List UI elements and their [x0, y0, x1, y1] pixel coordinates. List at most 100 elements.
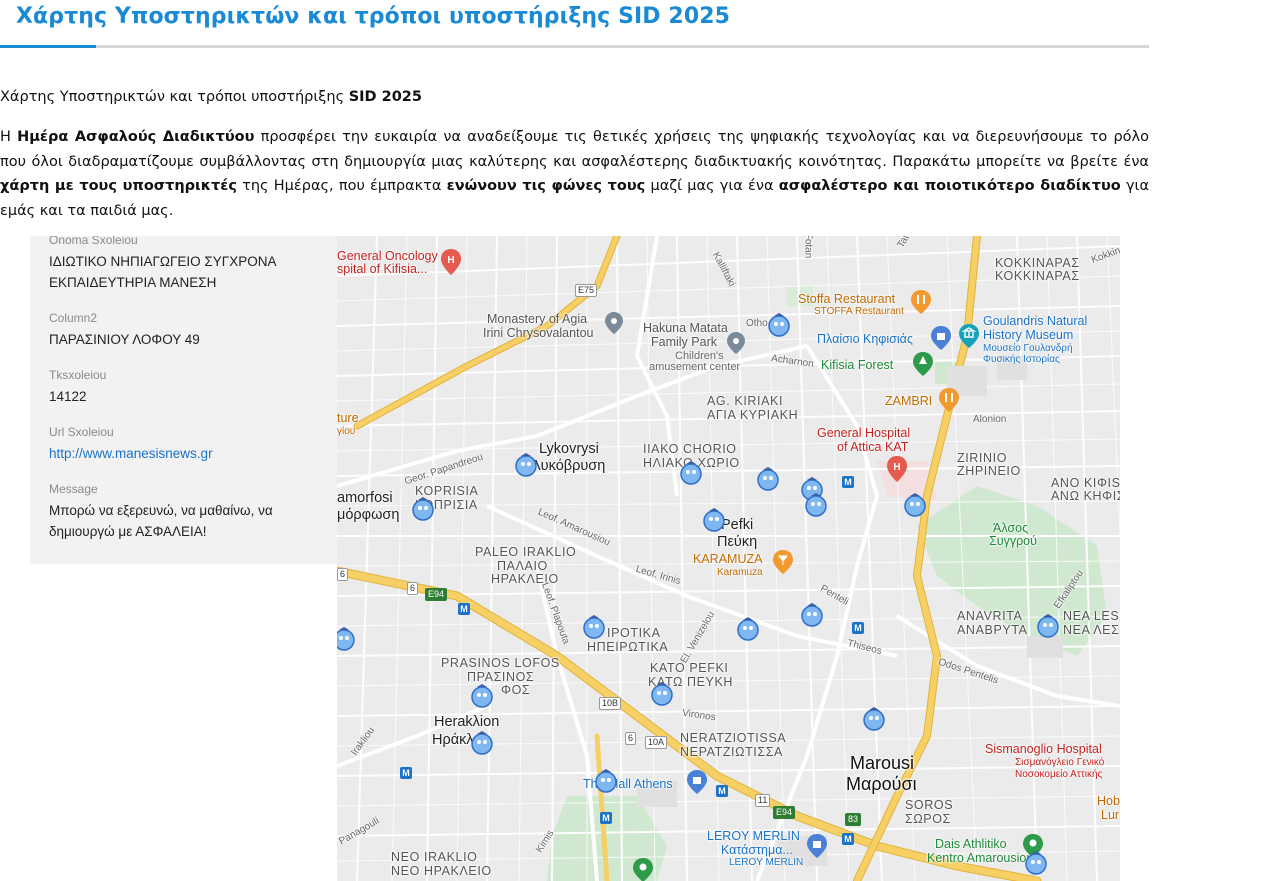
bar-pin-icon[interactable]: [773, 550, 793, 574]
poi-label[interactable]: Irini Chrysovalantou: [483, 326, 593, 340]
area-label: ΚΟΚΚΙΝΑΡΑΣ: [995, 269, 1080, 283]
supporter-marker-icon[interactable]: [469, 683, 495, 709]
supporter-marker-icon[interactable]: [799, 602, 825, 628]
area-label: ΑΓΙΑ ΚΥΡΙΑΚΗ: [707, 408, 799, 422]
area-label: ΝΕΡΑΤΖΙΩΤΙΣΣΑ: [680, 745, 783, 759]
poi-label[interactable]: Κατάστημα...: [721, 843, 793, 857]
supporter-marker-icon[interactable]: [410, 496, 436, 522]
supporter-marker-icon[interactable]: [469, 730, 495, 756]
field-label-url: Url Sxoleiou: [49, 425, 114, 439]
area-label: ΚΟΚΚΙΝΑΡΑΣ: [995, 256, 1080, 270]
svg-text:H: H: [447, 255, 454, 266]
park-pin-icon[interactable]: [913, 352, 933, 376]
street-label: Fotan: [802, 236, 814, 259]
shopping-pin-icon[interactable]: [807, 834, 827, 858]
supporter-marker-icon[interactable]: [766, 312, 792, 338]
supporter-marker-icon[interactable]: [735, 616, 761, 642]
city-label: Lykovrysi: [539, 441, 599, 457]
poi-label[interactable]: Kifisia Forest: [821, 358, 893, 372]
place-pin-icon[interactable]: [727, 332, 745, 354]
poi-label[interactable]: KARAMUZA: [693, 552, 762, 566]
road-shield: 6: [337, 568, 349, 581]
park-pin-icon[interactable]: [633, 858, 653, 881]
poi-label[interactable]: Hobb: [1097, 794, 1120, 808]
supporter-marker-icon[interactable]: [581, 614, 607, 640]
metro-station-icon[interactable]: M: [842, 833, 854, 845]
supporter-marker-icon[interactable]: [1023, 850, 1049, 876]
metro-station-icon[interactable]: M: [842, 476, 854, 488]
supporter-marker-icon[interactable]: [755, 466, 781, 492]
intro-bold: ασφαλέστερο και ποιοτικότερο διαδίκτυο: [778, 178, 1121, 194]
poi-label[interactable]: Πλαίσιο Κηφισιάς: [817, 332, 913, 346]
school-url-link[interactable]: http://www.manesisnews.gr: [49, 443, 319, 464]
poi-label[interactable]: Kentro Amarousiou: [927, 851, 1033, 865]
metro-station-icon[interactable]: M: [458, 603, 470, 615]
poi-label[interactable]: Hakuna Matata: [643, 321, 728, 335]
restaurant-pin-icon[interactable]: [939, 388, 959, 412]
field-value-address: ΠΑΡΑΣΙΝΙΟΥ ΛΟΦΟΥ 49: [49, 332, 200, 347]
page-subtitle: Χάρτης Υποστηρικτών και τρόποι υποστήριξ…: [0, 87, 1149, 107]
shopping-pin-icon[interactable]: [687, 770, 707, 794]
supporter-marker-icon[interactable]: [337, 626, 357, 652]
street-label: Otho: [746, 318, 768, 329]
poi-label[interactable]: LEROY MERLIN: [707, 829, 800, 843]
area-label: ΠΑΛΑΙΟ: [497, 559, 548, 573]
road-shield: 10B: [599, 697, 622, 710]
poi-label[interactable]: Stoffa Restaurant: [798, 292, 895, 306]
metro-station-icon[interactable]: M: [716, 785, 728, 797]
subtitle-text: Χάρτης Υποστηρικτών και τρόποι υποστήριξ…: [0, 89, 349, 105]
poi-label[interactable]: General Hospital: [817, 426, 910, 440]
title-divider-accent: [0, 45, 96, 48]
poi-label: Συγγρού: [989, 534, 1037, 548]
intro-bold: ενώνουν τις φώνες τους: [446, 178, 646, 194]
restaurant-pin-icon[interactable]: [911, 290, 931, 314]
poi-label[interactable]: of Attica KAT: [837, 440, 908, 454]
shopping-pin-icon[interactable]: [931, 326, 951, 350]
poi-label: amusement center: [649, 361, 741, 373]
poi-label: Σισμανόγλειο Γενικό: [1015, 757, 1105, 768]
intro-paragraph: Η Ημέρα Ασφαλούς Διαδικτύου προσφέρει τη…: [0, 125, 1149, 223]
metro-station-icon[interactable]: M: [600, 812, 612, 824]
poi-label[interactable]: Goulandris Natural: [983, 314, 1087, 328]
poi-label[interactable]: spital of Kifisia...: [337, 262, 427, 276]
supporter-marker-icon[interactable]: [902, 492, 928, 518]
poi-label[interactable]: Sismanoglio Hospital: [985, 742, 1102, 756]
supporters-map[interactable]: Onoma Sxoleiou ΙΔΙΩΤΙΚΟ ΝΗΠΙΑΓΩΓΕΙΟ ΣΥΓΧ…: [30, 236, 1120, 881]
poi-label[interactable]: History Museum: [983, 328, 1073, 342]
city-label: Λυκόβρυση: [531, 458, 606, 474]
supporter-marker-icon[interactable]: [593, 768, 619, 794]
place-pin-icon[interactable]: [605, 312, 623, 334]
supporter-marker-icon[interactable]: [803, 492, 829, 518]
area-label: ΙΡΟΤΙΚΑ: [607, 626, 661, 640]
supporter-marker-icon[interactable]: [513, 452, 539, 478]
museum-pin-icon[interactable]: [959, 324, 979, 348]
poi-label[interactable]: Family Park: [651, 335, 717, 349]
poi-label[interactable]: Lur: [1101, 808, 1119, 822]
info-panel-blank: [30, 564, 337, 881]
hospital-pin-icon[interactable]: H: [441, 249, 461, 275]
poi-label[interactable]: ture: [337, 411, 359, 425]
area-label: PALEO IRAKLIO: [475, 545, 577, 559]
supporter-marker-icon[interactable]: [678, 460, 704, 486]
page-title: Χάρτης Υποστηρικτών και τρόποι υποστήριξ…: [16, 4, 731, 29]
city-label: amorfosi: [337, 490, 393, 506]
poi-label[interactable]: Monastery of Agia: [487, 312, 587, 326]
supporter-marker-icon[interactable]: [701, 507, 727, 533]
supporter-marker-icon[interactable]: [861, 706, 887, 732]
map-canvas[interactable]: ΚΟΚΚΙΝΑΡΑΣ ΚΟΚΚΙΝΑΡΑΣ AG. KIRIAKI ΑΓΙΑ Κ…: [337, 236, 1120, 881]
metro-station-icon[interactable]: M: [852, 622, 864, 634]
area-label: SOROS: [905, 798, 954, 812]
supporter-marker-icon[interactable]: [649, 681, 675, 707]
poi-label: Karamuza: [717, 567, 763, 578]
metro-station-icon[interactable]: M: [400, 767, 412, 779]
poi-label: Φυσικής Ιστορίας: [983, 354, 1060, 365]
poi-label[interactable]: General Oncology: [337, 249, 438, 263]
poi-label: γίου: [337, 426, 356, 437]
hospital-pin-icon[interactable]: H: [887, 456, 907, 482]
poi-label[interactable]: Dais Athlitiko: [935, 837, 1007, 851]
field-label-message: Message: [49, 482, 98, 496]
city-label: Herakλion: [434, 714, 500, 730]
supporter-marker-icon[interactable]: [1035, 613, 1061, 639]
intro-text: της Ημέρας, που έμπρακτα: [236, 178, 447, 194]
poi-label[interactable]: ZAMBRI: [885, 394, 932, 408]
